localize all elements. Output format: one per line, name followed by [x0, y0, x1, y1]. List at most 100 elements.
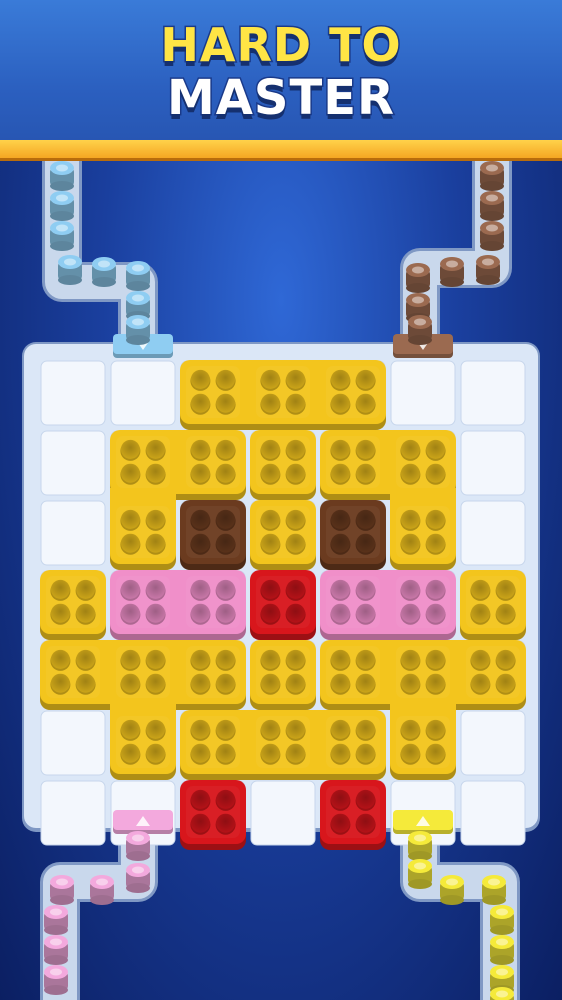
piece-yellow [180, 360, 386, 430]
peg-highlight [64, 258, 76, 266]
peg-highlight [132, 866, 144, 874]
peg-highlight [486, 194, 498, 202]
bubble-shade [190, 439, 210, 459]
peg-brown_peg [406, 263, 430, 293]
peg-blue_peg [50, 221, 74, 251]
bubble-shade [400, 463, 420, 483]
peg-blue_peg [126, 315, 150, 345]
bubble-shade [146, 673, 166, 693]
bubble-shade [190, 579, 210, 599]
track [403, 818, 517, 1000]
peg-highlight [446, 260, 458, 268]
empty-cell [460, 780, 526, 846]
peg-highlight [414, 862, 426, 870]
peg-brown_peg [408, 315, 432, 345]
bubble-shade [426, 719, 446, 739]
piece-yellow [180, 710, 386, 780]
bubble-shade [260, 533, 280, 553]
bubble-shade [400, 533, 420, 553]
peg-base [92, 277, 116, 287]
peg-base [440, 277, 464, 287]
bubble-shade [260, 673, 280, 693]
bubble-shade [216, 743, 236, 763]
bubble-shade [50, 649, 70, 669]
peg-highlight [482, 258, 494, 266]
bubble-shade [216, 463, 236, 483]
bubble-shade [356, 369, 376, 389]
empty-cell [390, 360, 456, 426]
bubble-shade [286, 579, 306, 599]
peg-base [440, 895, 464, 905]
peg-highlight [50, 908, 62, 916]
bubble-shade [356, 719, 376, 739]
piece-yellow [40, 570, 106, 640]
bubble-shade [470, 649, 490, 669]
peg-pink_peg [44, 935, 68, 965]
bubble-shade [146, 719, 166, 739]
bubble-shade [356, 393, 376, 413]
bubble-shade [120, 579, 140, 599]
empty-cell [460, 710, 526, 776]
bubble-shade [496, 649, 516, 669]
bubble-shade [190, 743, 210, 763]
bubble-shade [260, 393, 280, 413]
bubble-shade [426, 533, 446, 553]
bubble-shade [120, 603, 140, 623]
piece-brown [320, 500, 386, 570]
bubble-shade [260, 463, 280, 483]
peg-highlight [132, 834, 144, 842]
peg-highlight [96, 878, 108, 886]
bubble-shade [190, 789, 210, 809]
bubble-shade [216, 719, 236, 739]
bubble-shade [260, 509, 280, 529]
bubble-shade [356, 463, 376, 483]
bubble-shade [400, 743, 420, 763]
bubble-shade [356, 813, 376, 833]
bubble-shade [330, 813, 350, 833]
bubble-shade [356, 509, 376, 529]
peg-highlight [486, 224, 498, 232]
bubble-shade [190, 463, 210, 483]
bubble-shade [426, 509, 446, 529]
piece-yellow [250, 500, 316, 570]
peg-highlight [56, 878, 68, 886]
banner-stripe [0, 140, 562, 158]
peg-base [44, 955, 68, 965]
peg-highlight [496, 938, 508, 946]
bubble-shade [120, 509, 140, 529]
peg-base [44, 925, 68, 935]
bubble-shade [76, 673, 96, 693]
title-line-2: MASTER [166, 69, 396, 128]
bubble-shade [146, 603, 166, 623]
bubble-shade [216, 439, 236, 459]
piece-pink [320, 570, 456, 640]
bubble-shade [496, 673, 516, 693]
bubble-shade [216, 673, 236, 693]
bubble-shade [330, 533, 350, 553]
peg-highlight [56, 194, 68, 202]
bubble-shade [496, 579, 516, 599]
bubble-shade [470, 603, 490, 623]
peg-yellow_peg [490, 905, 514, 935]
bubble-shade [470, 673, 490, 693]
bubble-shade [330, 439, 350, 459]
bubble-shade [286, 743, 306, 763]
bubble-shade [330, 603, 350, 623]
bubble-shade [330, 673, 350, 693]
bubble-shade [190, 673, 210, 693]
bubble-shade [400, 579, 420, 599]
peg-base [490, 955, 514, 965]
peg-base [480, 241, 504, 251]
empty-cell [110, 360, 176, 426]
bubble-shade [120, 533, 140, 553]
bubble-shade [426, 603, 446, 623]
peg-brown_peg [440, 257, 464, 287]
bubble-shade [146, 439, 166, 459]
bubble-shade [216, 509, 236, 529]
peg-highlight [56, 164, 68, 172]
peg-yellow_peg [408, 859, 432, 889]
bubble-shade [76, 579, 96, 599]
bubble-shade [286, 509, 306, 529]
bubble-shade [400, 719, 420, 739]
peg-highlight [414, 318, 426, 326]
